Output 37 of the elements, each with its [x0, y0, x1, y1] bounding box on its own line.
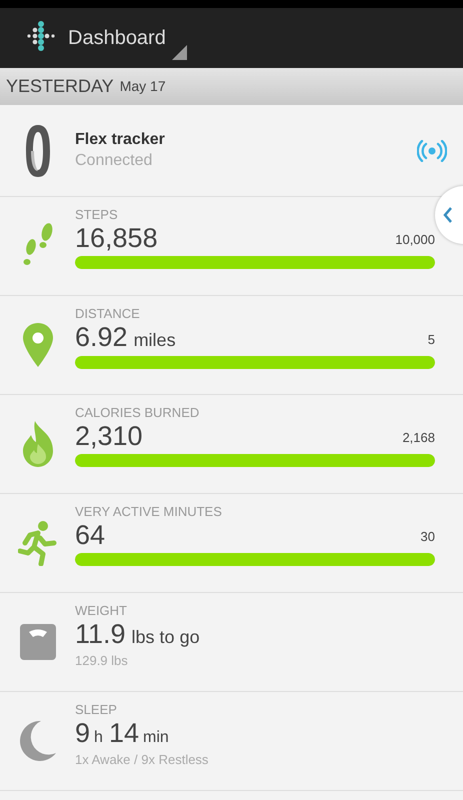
- scale-icon: [18, 623, 56, 661]
- runner-icon: [18, 520, 58, 566]
- stat-label: DISTANCE: [75, 306, 141, 322]
- stat-detail: 1x Awake / 9x Restless: [75, 750, 210, 769]
- date-text: May 17: [120, 77, 166, 96]
- goal-value: 10,000: [395, 231, 435, 250]
- stat-value: 2,310: [75, 420, 143, 452]
- sync-icon[interactable]: [417, 140, 447, 162]
- app-title[interactable]: Dashboard: [68, 28, 166, 48]
- dropdown-icon[interactable]: [172, 45, 187, 60]
- chevron-left-icon: [443, 206, 453, 224]
- stat-value: 64: [75, 520, 106, 551]
- tracker-name: Flex tracker: [75, 130, 166, 150]
- tracker-status: Connected: [75, 150, 154, 170]
- band-icon: [24, 124, 50, 178]
- goal-value: 2,168: [402, 429, 435, 448]
- date-heading: YESTERDAY: [6, 75, 114, 98]
- stat-value: 9: [75, 718, 90, 749]
- goal-value: 30: [420, 528, 435, 546]
- stat-value: 16,858: [75, 222, 158, 254]
- stat-value: 11.9: [75, 618, 126, 650]
- unit-label: lbs to go: [132, 626, 200, 649]
- stat-label: CALORIES BURNED: [75, 405, 200, 421]
- stat-label: VERY ACTIVE MINUTES: [75, 504, 223, 520]
- stat-label: WEIGHT: [75, 603, 128, 619]
- map-pin-icon: [20, 322, 54, 368]
- goal-value: 5: [428, 331, 435, 350]
- stat-value: 6.92: [75, 322, 128, 353]
- unit-label: min: [142, 728, 169, 748]
- stat-value: 14: [108, 718, 139, 749]
- moon-icon: [18, 720, 56, 762]
- stat-label: STEPS: [75, 207, 119, 223]
- unit-label: miles: [134, 328, 176, 352]
- flame-icon: [20, 420, 54, 468]
- stat-detail: 129.9 lbs: [75, 652, 129, 670]
- unit-label: h: [94, 728, 103, 748]
- stat-label: SLEEP: [75, 702, 118, 718]
